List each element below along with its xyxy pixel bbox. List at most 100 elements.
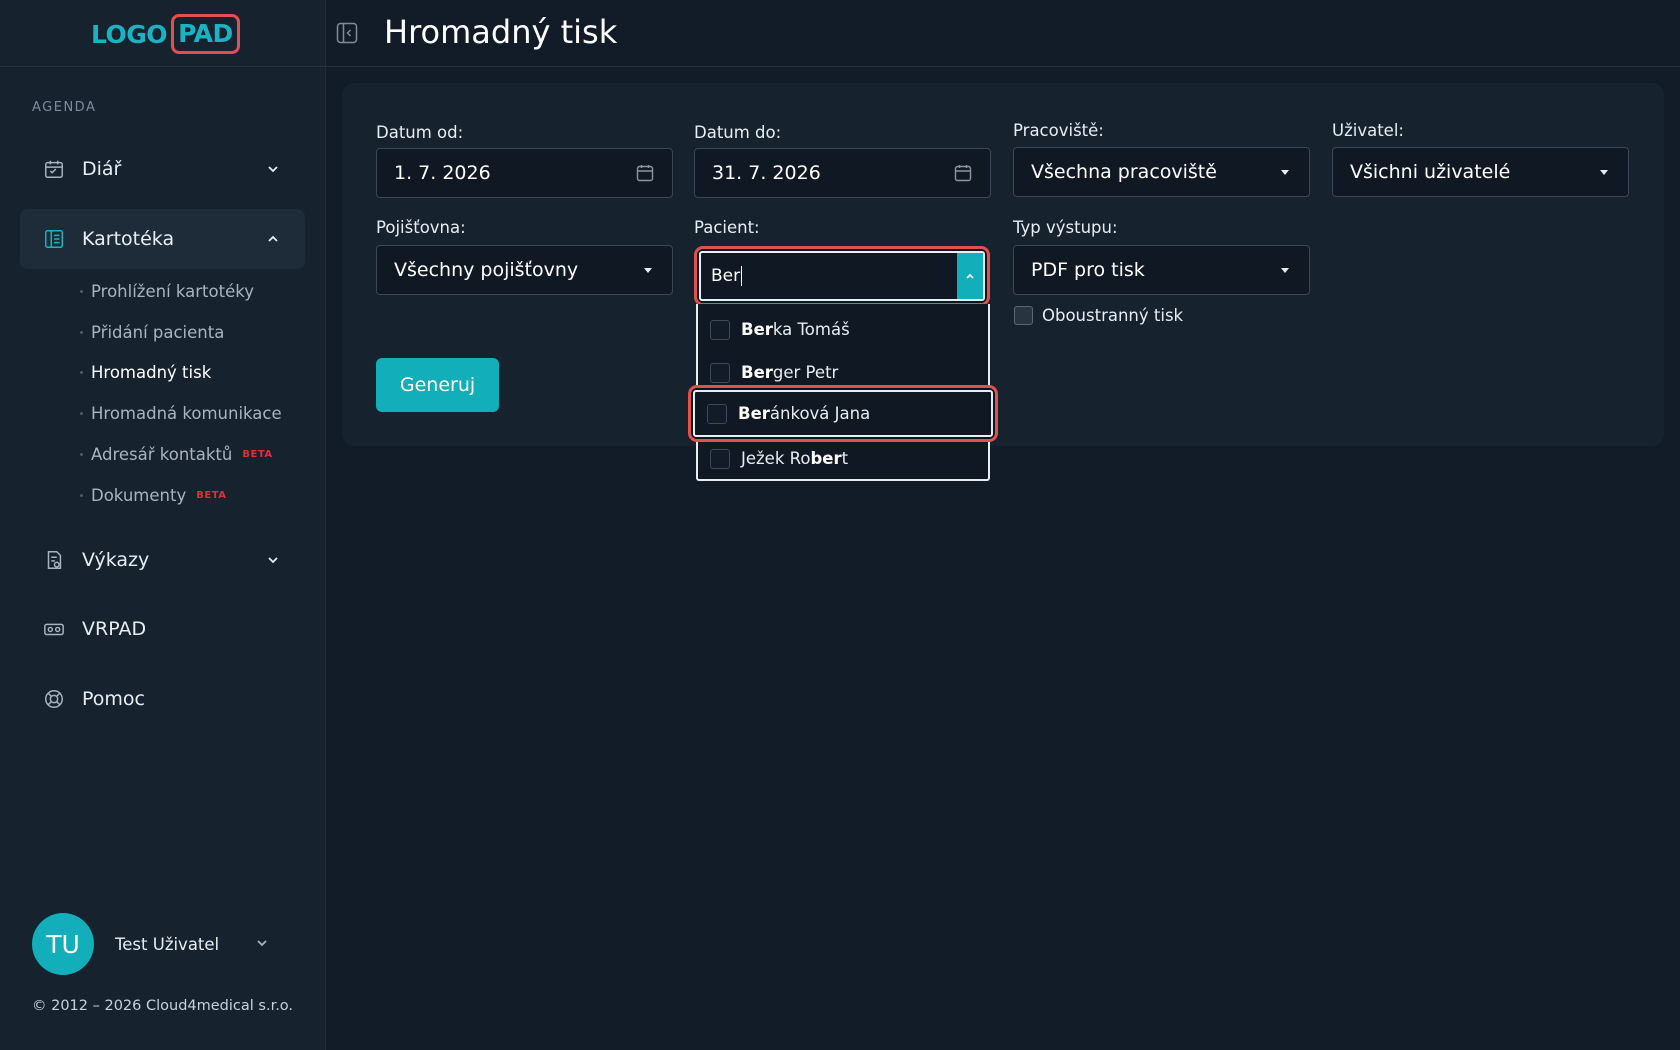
- patient-option-berka[interactable]: Berka Tomáš: [698, 308, 988, 351]
- sidebar-item-kartoteka[interactable]: Kartotéka: [20, 209, 305, 269]
- sidebar-subitem-label: Přidání pacienta: [91, 323, 225, 342]
- user-filter-label: Uživatel:: [1332, 121, 1404, 140]
- sidebar-subitem-adresar[interactable]: Adresář kontaktů BETA: [80, 445, 273, 464]
- insurance-value: Všechny pojišťovny: [394, 259, 579, 281]
- bullet-dot: [80, 494, 83, 497]
- patient-combobox-inner: Ber: [699, 251, 985, 301]
- calendar-icon[interactable]: [952, 162, 974, 184]
- sidebar-subitem-label: Dokumenty: [91, 486, 187, 505]
- patient-option-berankova[interactable]: Beránková Jana: [688, 385, 998, 442]
- date-from-value: 1. 7. 2026: [394, 162, 491, 184]
- chevron-down-icon: [263, 159, 283, 179]
- logo[interactable]: LOGO PAD: [91, 14, 240, 54]
- bullet-dot: [80, 371, 83, 374]
- user-name: Test Uživatel: [115, 934, 220, 954]
- date-to-value: 31. 7. 2026: [712, 162, 821, 184]
- user-select[interactable]: Všichni uživatelé: [1332, 147, 1629, 197]
- sidebar-item-vrpad[interactable]: VRPAD: [20, 599, 305, 659]
- sidebar-subitem-prohlizeni[interactable]: Prohlížení kartotéky: [80, 282, 254, 301]
- sidebar-subitem-hromadny-tisk[interactable]: Hromadný tisk: [80, 363, 211, 382]
- option-match: Ber: [738, 404, 770, 423]
- bullet-dot: [80, 412, 83, 415]
- patient-search-input[interactable]: Ber: [701, 266, 957, 286]
- patient-label: Pacient:: [694, 218, 760, 237]
- option-label: Ježek Robert: [741, 449, 848, 468]
- date-to-input[interactable]: 31. 7. 2026: [694, 148, 991, 198]
- option-rest: ger Petr: [772, 363, 839, 382]
- patient-option-berankova-inner: Beránková Jana: [693, 390, 993, 437]
- generate-button[interactable]: Generuj: [376, 358, 499, 412]
- bullet-dot: [80, 453, 83, 456]
- beta-badge: BETA: [196, 490, 227, 501]
- option-checkbox[interactable]: [707, 403, 727, 424]
- calendar-icon[interactable]: [634, 162, 656, 184]
- caret-down-icon: [644, 267, 652, 273]
- patient-dropdown-toggle[interactable]: [957, 253, 983, 299]
- workplace-select[interactable]: Všechna pracoviště: [1013, 147, 1310, 197]
- caret-down-icon: [1281, 169, 1289, 175]
- bullet-dot: [80, 290, 83, 293]
- user-menu[interactable]: TU Test Uživatel: [32, 913, 269, 975]
- sidebar-subitem-hromadna-komunikace[interactable]: Hromadná komunikace: [80, 404, 282, 423]
- option-label: Berka Tomáš: [741, 320, 850, 339]
- option-checkbox[interactable]: [710, 319, 730, 340]
- sidebar-item-label: Pomoc: [82, 688, 145, 710]
- chevron-down-icon: [263, 550, 283, 570]
- sidebar-subitem-pridani[interactable]: Přidání pacienta: [80, 323, 224, 342]
- sidebar-subitem-dokumenty[interactable]: Dokumenty BETA: [80, 486, 226, 505]
- sidebar-subitem-label: Prohlížení kartotéky: [91, 282, 254, 301]
- chevron-up-icon: [263, 229, 283, 249]
- section-heading-agenda: AGENDA: [32, 100, 97, 115]
- lifebuoy-icon: [42, 687, 66, 711]
- sidebar-item-label: Výkazy: [82, 549, 150, 571]
- copyright: © 2012 – 2026 Cloud4medical s.r.o.: [32, 998, 294, 1014]
- text-cursor: [741, 266, 743, 286]
- report-icon: [42, 548, 66, 572]
- sidebar-item-label: Diář: [82, 158, 122, 180]
- patient-search-text: Ber: [711, 266, 741, 286]
- option-match: Ber: [741, 363, 773, 382]
- option-prefix: Ježek Ro: [741, 449, 811, 468]
- output-type-select[interactable]: PDF pro tisk: [1013, 245, 1310, 295]
- caret-down-icon: [1600, 169, 1608, 175]
- sidebar-item-vykazy[interactable]: Výkazy: [20, 530, 305, 590]
- insurance-select[interactable]: Všechny pojišťovny: [376, 245, 673, 295]
- duplex-label: Oboustranný tisk: [1042, 306, 1184, 325]
- option-label: Berger Petr: [741, 363, 838, 382]
- option-rest: ka Tomáš: [772, 320, 850, 339]
- sidebar-item-label: VRPAD: [82, 618, 147, 640]
- workplace-label: Pracoviště:: [1013, 121, 1104, 140]
- date-from-input[interactable]: 1. 7. 2026: [376, 148, 673, 198]
- beta-badge: BETA: [242, 449, 273, 460]
- option-label: Beránková Jana: [738, 404, 870, 423]
- sidebar: LOGO PAD AGENDA Diář Kartotéka Prohlížen…: [0, 0, 326, 1050]
- header: Hromadný tisk: [326, 0, 1680, 67]
- insurance-label: Pojišťovna:: [376, 218, 466, 237]
- vr-headset-icon: [42, 617, 66, 641]
- logo-text-pad: PAD: [171, 14, 240, 54]
- card-file-icon: [42, 227, 66, 251]
- sidebar-subitem-label: Hromadný tisk: [91, 363, 212, 382]
- user-filter-value: Všichni uživatelé: [1350, 161, 1511, 183]
- duplex-checkbox-row[interactable]: Oboustranný tisk: [1014, 306, 1183, 325]
- logo-text-logo: LOGO: [91, 19, 168, 49]
- sidebar-collapse-icon[interactable]: [336, 22, 358, 44]
- option-checkbox[interactable]: [710, 448, 730, 469]
- patient-option-jezek[interactable]: Ježek Robert: [698, 437, 988, 480]
- option-checkbox[interactable]: [710, 362, 730, 383]
- page-title: Hromadný tisk: [384, 13, 618, 51]
- logo-area: LOGO PAD: [0, 0, 325, 67]
- sidebar-item-pomoc[interactable]: Pomoc: [20, 669, 305, 729]
- patient-combobox[interactable]: Ber: [694, 246, 990, 306]
- sidebar-subitem-label: Hromadná komunikace: [91, 404, 282, 423]
- caret-down-icon: [1281, 267, 1289, 273]
- date-to-label: Datum do:: [694, 123, 782, 142]
- bullet-dot: [80, 331, 83, 334]
- avatar: TU: [32, 913, 94, 975]
- output-type-value: PDF pro tisk: [1031, 259, 1145, 281]
- sidebar-item-label: Kartotéka: [82, 228, 175, 250]
- duplex-checkbox[interactable]: [1014, 306, 1033, 325]
- sidebar-item-diar[interactable]: Diář: [20, 139, 305, 199]
- option-rest: t: [841, 449, 849, 468]
- option-rest: ánková Jana: [769, 404, 871, 423]
